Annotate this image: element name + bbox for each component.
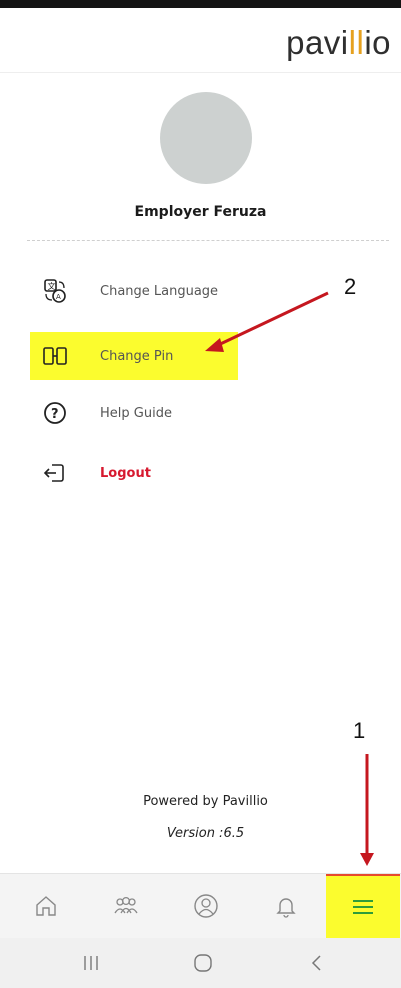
annotation-number-2: 2	[344, 274, 357, 299]
recent-apps-button[interactable]	[76, 950, 106, 976]
system-home-button[interactable]	[188, 950, 218, 976]
version-text: Version :6.5	[166, 826, 245, 841]
powered-by-text: Powered by Pavillio	[143, 794, 268, 809]
annotation-number-1: 1	[353, 718, 366, 743]
home-icon	[36, 896, 56, 916]
bell-icon	[276, 898, 296, 918]
nav-menu[interactable]	[326, 874, 400, 938]
bottom-nav	[0, 873, 401, 938]
nav-home[interactable]	[16, 874, 76, 938]
profile-icon	[194, 894, 218, 918]
nav-profile[interactable]	[176, 874, 236, 938]
menu-icon	[353, 900, 373, 914]
home-circle-icon	[194, 954, 212, 972]
back-button[interactable]	[302, 950, 332, 976]
back-icon	[311, 955, 321, 971]
nav-team[interactable]	[96, 874, 156, 938]
annotation-arrow-1	[360, 754, 374, 866]
team-icon	[114, 896, 138, 914]
system-nav-bar	[0, 938, 401, 988]
nav-notifications[interactable]	[256, 874, 316, 938]
annotation-arrow-2	[205, 291, 329, 352]
recent-apps-icon	[84, 956, 98, 970]
